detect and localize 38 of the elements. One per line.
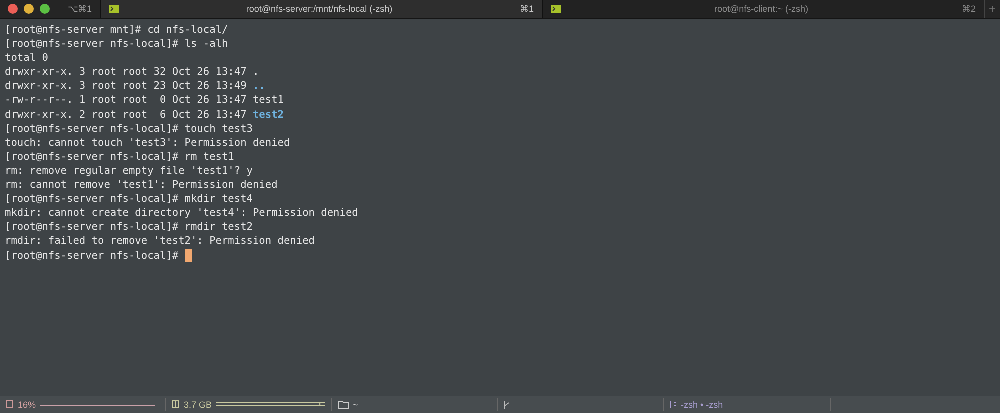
tab[interactable]: root@nfs-server:/mnt/nfs-local (-zsh) ⌘1 [100, 0, 542, 18]
terminal-line: [root@nfs-server nfs-local]# [5, 248, 995, 263]
terminal-line: touch: cannot touch 'test3': Permission denied [5, 136, 292, 150]
new-tab-button[interactable]: + [984, 0, 1000, 18]
terminal-icon [109, 5, 119, 13]
branch-icon [504, 400, 510, 408]
memory-icon [172, 400, 180, 409]
terminal-line: total 0 [5, 51, 50, 66]
terminal-line: rm: cannot remove 'test1': Permission denied [5, 178, 279, 192]
terminal-line: [root@nfs-server nfs-local]# rmdir test2 [5, 220, 254, 234]
terminal-line: [root@nfs-server nfs-local]# rm test1 [5, 150, 236, 164]
tab-title: root@nfs-server:/mnt/nfs-local (-zsh) [245, 4, 394, 14]
zoom-button[interactable] [40, 4, 50, 14]
terminal-line: drwxr-xr-x. 3 root root 23 Oct 26 13:49 .. [5, 79, 266, 94]
terminal-line: drwxr-xr-x. 3 root root 32 Oct 26 13:47 . [5, 65, 260, 80]
running-jobs: -zsh • -zsh [681, 400, 724, 410]
terminal-line: mkdir: cannot create directory 'test4': Permission denied [5, 206, 360, 220]
terminal-line: rmdir: failed to remove 'test2': Permission denied [5, 234, 316, 248]
terminal-line: drwxr-xr-x. 2 root root 6 Oct 26 13:47 test2 [5, 108, 285, 122]
minimize-button[interactable] [24, 4, 34, 14]
window-shortcut: ⌥⌘1 [68, 4, 92, 14]
tab-shortcut: ⌘1 [520, 4, 534, 14]
tab-title: root@nfs-client:~ (-zsh) [714, 4, 810, 14]
terminal-icon [551, 5, 561, 13]
terminal-line: [root@nfs-server nfs-local]# mkdir test4 [5, 192, 254, 206]
terminal-line: [root@nfs-server nfs-local]# ls -alh [5, 37, 230, 52]
memory-usage: 3.7 GB [184, 400, 212, 410]
terminal-line: -rw-r--r--. 1 root root 0 Oct 26 13:47 test1 [5, 93, 285, 108]
terminal-line: rm: remove regular empty file 'test1'? y [5, 164, 254, 178]
cpu-icon [6, 400, 14, 409]
tab-shortcut: ⌘2 [962, 4, 976, 14]
cpu-usage: 16% [18, 400, 36, 410]
folder-icon [338, 400, 349, 408]
close-button[interactable] [8, 4, 18, 14]
terminal-line: [root@nfs-server mnt]# cd nfs-local/ [5, 23, 230, 38]
terminal-line: [root@nfs-server nfs-local]# touch test3 [5, 122, 254, 136]
jobs-icon [670, 400, 677, 409]
current-directory: ~ [353, 400, 358, 410]
